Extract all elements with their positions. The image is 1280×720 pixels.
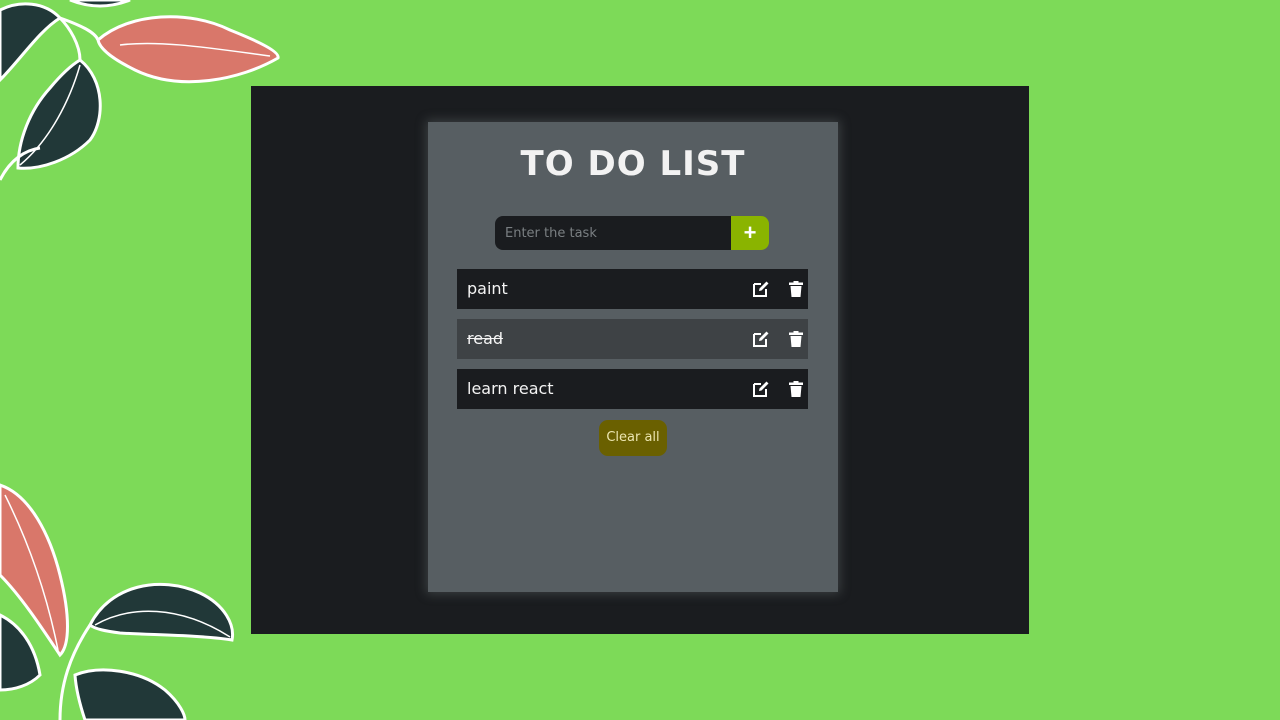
edit-icon[interactable] [752, 380, 770, 398]
trash-icon[interactable] [787, 330, 805, 348]
leaf-decoration-top [0, 0, 280, 181]
app-screen: TO DO LIST + paint read [251, 86, 1029, 634]
trash-icon[interactable] [787, 280, 805, 298]
edit-icon[interactable] [752, 330, 770, 348]
page-title: TO DO LIST [520, 144, 746, 184]
task-item-paint[interactable]: paint [457, 269, 808, 309]
task-text: paint [467, 279, 508, 298]
plus-icon: + [743, 220, 757, 245]
task-text: learn react [467, 379, 554, 398]
task-input-group: + [495, 216, 769, 250]
edit-icon[interactable] [752, 280, 770, 298]
trash-icon[interactable] [787, 380, 805, 398]
task-input[interactable] [495, 216, 731, 250]
leaf-decoration-bottom [0, 483, 235, 720]
clear-all-button[interactable]: Clear all [599, 420, 667, 456]
add-task-button[interactable]: + [731, 216, 769, 250]
task-item-learn-react[interactable]: learn react [457, 369, 808, 409]
todo-card: TO DO LIST + paint read [428, 122, 838, 592]
task-item-read[interactable]: read [457, 319, 808, 359]
task-text: read [467, 329, 504, 348]
